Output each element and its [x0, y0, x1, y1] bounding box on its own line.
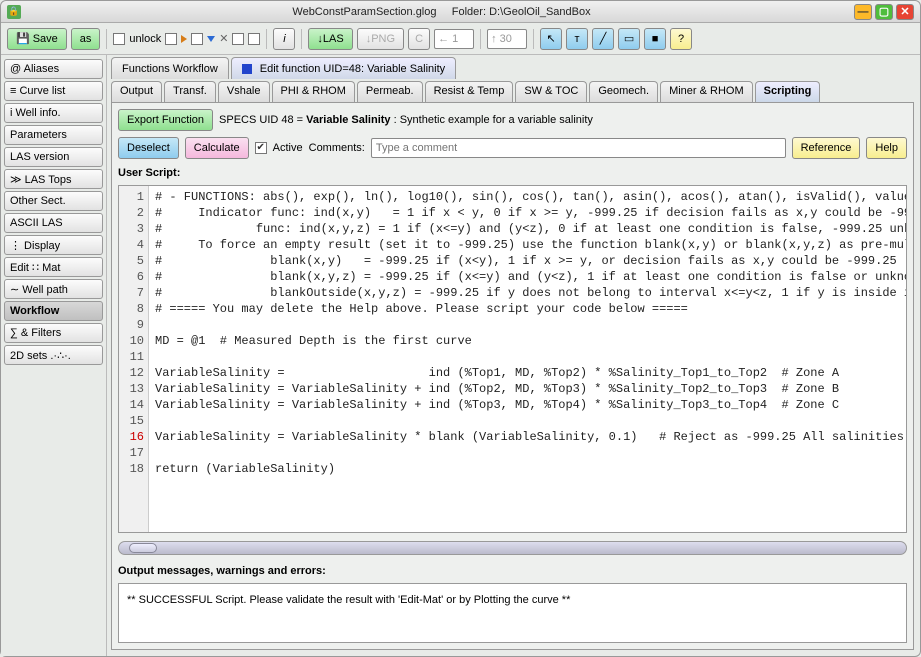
- sub-tabs: OutputTransf.VshalePHI & RHOMPermeab.Res…: [111, 81, 914, 103]
- subtab-phi-rhom[interactable]: PHI & RHOM: [272, 81, 355, 102]
- output-label: Output messages, warnings and errors:: [118, 565, 907, 577]
- sidebar-item-7[interactable]: ASCII LAS: [4, 213, 103, 233]
- folder-label: Folder:: [452, 6, 486, 18]
- script-editor[interactable]: 123456789101112131415161718 # - FUNCTION…: [118, 185, 907, 533]
- calculate-button[interactable]: Calculate: [185, 137, 249, 159]
- main-tabs: Functions Workflow Edit function UID=48:…: [111, 57, 914, 79]
- png-export-button[interactable]: ↓PNG: [357, 28, 404, 50]
- opt2-checkbox[interactable]: [248, 33, 260, 45]
- tool-line-button[interactable]: ╱: [592, 28, 614, 50]
- subtab-geomech-[interactable]: Geomech.: [589, 81, 658, 102]
- horizontal-scrollbar[interactable]: [118, 541, 907, 555]
- tab-edit-function[interactable]: Edit function UID=48: Variable Salinity: [231, 57, 456, 79]
- las-export-button[interactable]: ↓LAS: [308, 28, 352, 50]
- c-button[interactable]: C: [408, 28, 430, 50]
- tool-arrow-button[interactable]: ↖: [540, 28, 562, 50]
- opt1-checkbox[interactable]: [232, 33, 244, 45]
- x-icon: ✕: [219, 32, 228, 45]
- active-label: Active: [273, 142, 303, 154]
- sidebar-item-11[interactable]: Workflow: [4, 301, 103, 321]
- subtab-permeab-[interactable]: Permeab.: [357, 81, 423, 102]
- deselect-button[interactable]: Deselect: [118, 137, 179, 159]
- tab-functions-workflow[interactable]: Functions Workflow: [111, 57, 229, 79]
- scrollbar-thumb[interactable]: [129, 543, 157, 553]
- sidebar-item-13[interactable]: 2D sets .·∴·.: [4, 345, 103, 365]
- close-button[interactable]: ✕: [896, 4, 914, 20]
- info-button[interactable]: i: [273, 28, 295, 50]
- lock-icon: 🔒: [7, 5, 21, 19]
- sidebar: @ Aliases≡ Curve listi Well info.Paramet…: [1, 55, 107, 656]
- flag-down-icon: [207, 36, 215, 42]
- flag-right-icon: [181, 35, 187, 43]
- sidebar-item-2[interactable]: i Well info.: [4, 103, 103, 123]
- save-as-button[interactable]: as: [71, 28, 101, 50]
- output-messages: ** SUCCESSFUL Script. Please validate th…: [118, 583, 907, 643]
- spec-label: SPECS UID 48 = Variable Salinity : Synth…: [219, 114, 593, 126]
- spinner-2[interactable]: ↑ 30: [487, 29, 527, 49]
- tool-text-button[interactable]: т: [566, 28, 588, 50]
- panel-help-button[interactable]: Help: [866, 137, 907, 159]
- maximize-button[interactable]: ▢: [875, 4, 893, 20]
- export-function-button[interactable]: Export Function: [118, 109, 213, 131]
- titlebar: 🔒 WebConstParamSection.glog Folder: D:\G…: [1, 1, 920, 23]
- sidebar-item-9[interactable]: Edit ∷ Mat: [4, 257, 103, 277]
- folder-path: D:\GeolOil_SandBox: [489, 6, 591, 18]
- comments-input[interactable]: [371, 138, 786, 158]
- subtab-vshale[interactable]: Vshale: [218, 81, 270, 102]
- content-area: Functions Workflow Edit function UID=48:…: [107, 55, 920, 656]
- sidebar-item-4[interactable]: LAS version: [4, 147, 103, 167]
- subtab-sw-toc[interactable]: SW & TOC: [515, 81, 587, 102]
- subtab-scripting[interactable]: Scripting: [755, 81, 821, 102]
- main-toolbar: 💾 Save as unlock ✕ i ↓LAS ↓PNG C ← 1 ↑ 3…: [1, 23, 920, 55]
- main-area: @ Aliases≡ Curve listi Well info.Paramet…: [1, 55, 920, 656]
- title-filename: WebConstParamSection.glog: [292, 6, 436, 18]
- sidebar-item-12[interactable]: ∑ & Filters: [4, 323, 103, 343]
- tool-fill-button[interactable]: ■: [644, 28, 666, 50]
- sidebar-item-1[interactable]: ≡ Curve list: [4, 81, 103, 101]
- sidebar-item-6[interactable]: Other Sect.: [4, 191, 103, 211]
- subtab-resist-temp[interactable]: Resist & Temp: [425, 81, 514, 102]
- tool-rect-button[interactable]: ▭: [618, 28, 640, 50]
- spinner-1[interactable]: ← 1: [434, 29, 474, 49]
- scripting-panel: Export Function SPECS UID 48 = Variable …: [111, 103, 914, 650]
- code-area[interactable]: # - FUNCTIONS: abs(), exp(), ln(), log10…: [149, 186, 906, 532]
- save-button[interactable]: 💾 Save: [7, 28, 67, 50]
- window-title: WebConstParamSection.glog Folder: D:\Geo…: [29, 6, 854, 18]
- sidebar-item-10[interactable]: ∼ Well path: [4, 279, 103, 299]
- user-script-label: User Script:: [118, 167, 907, 179]
- subtab-output[interactable]: Output: [111, 81, 162, 102]
- unlock-checkbox[interactable]: [113, 33, 125, 45]
- comments-label: Comments:: [309, 142, 365, 154]
- help-button[interactable]: ?: [670, 28, 692, 50]
- square-icon: [242, 64, 252, 74]
- subtab-transf-[interactable]: Transf.: [164, 81, 216, 102]
- sidebar-item-3[interactable]: Parameters: [4, 125, 103, 145]
- sidebar-item-5[interactable]: ≫ LAS Tops: [4, 169, 103, 189]
- reference-button[interactable]: Reference: [792, 137, 861, 159]
- active-checkbox[interactable]: [255, 142, 267, 154]
- window-buttons: — ▢ ✕: [854, 4, 914, 20]
- flag2-checkbox[interactable]: [191, 33, 203, 45]
- line-gutter: 123456789101112131415161718: [119, 186, 149, 532]
- unlock-label: unlock: [129, 33, 161, 45]
- subtab-miner-rhom[interactable]: Miner & RHOM: [660, 81, 753, 102]
- minimize-button[interactable]: —: [854, 4, 872, 20]
- flag1-checkbox[interactable]: [165, 33, 177, 45]
- sidebar-item-0[interactable]: @ Aliases: [4, 59, 103, 79]
- sidebar-item-8[interactable]: ⋮ Display: [4, 235, 103, 255]
